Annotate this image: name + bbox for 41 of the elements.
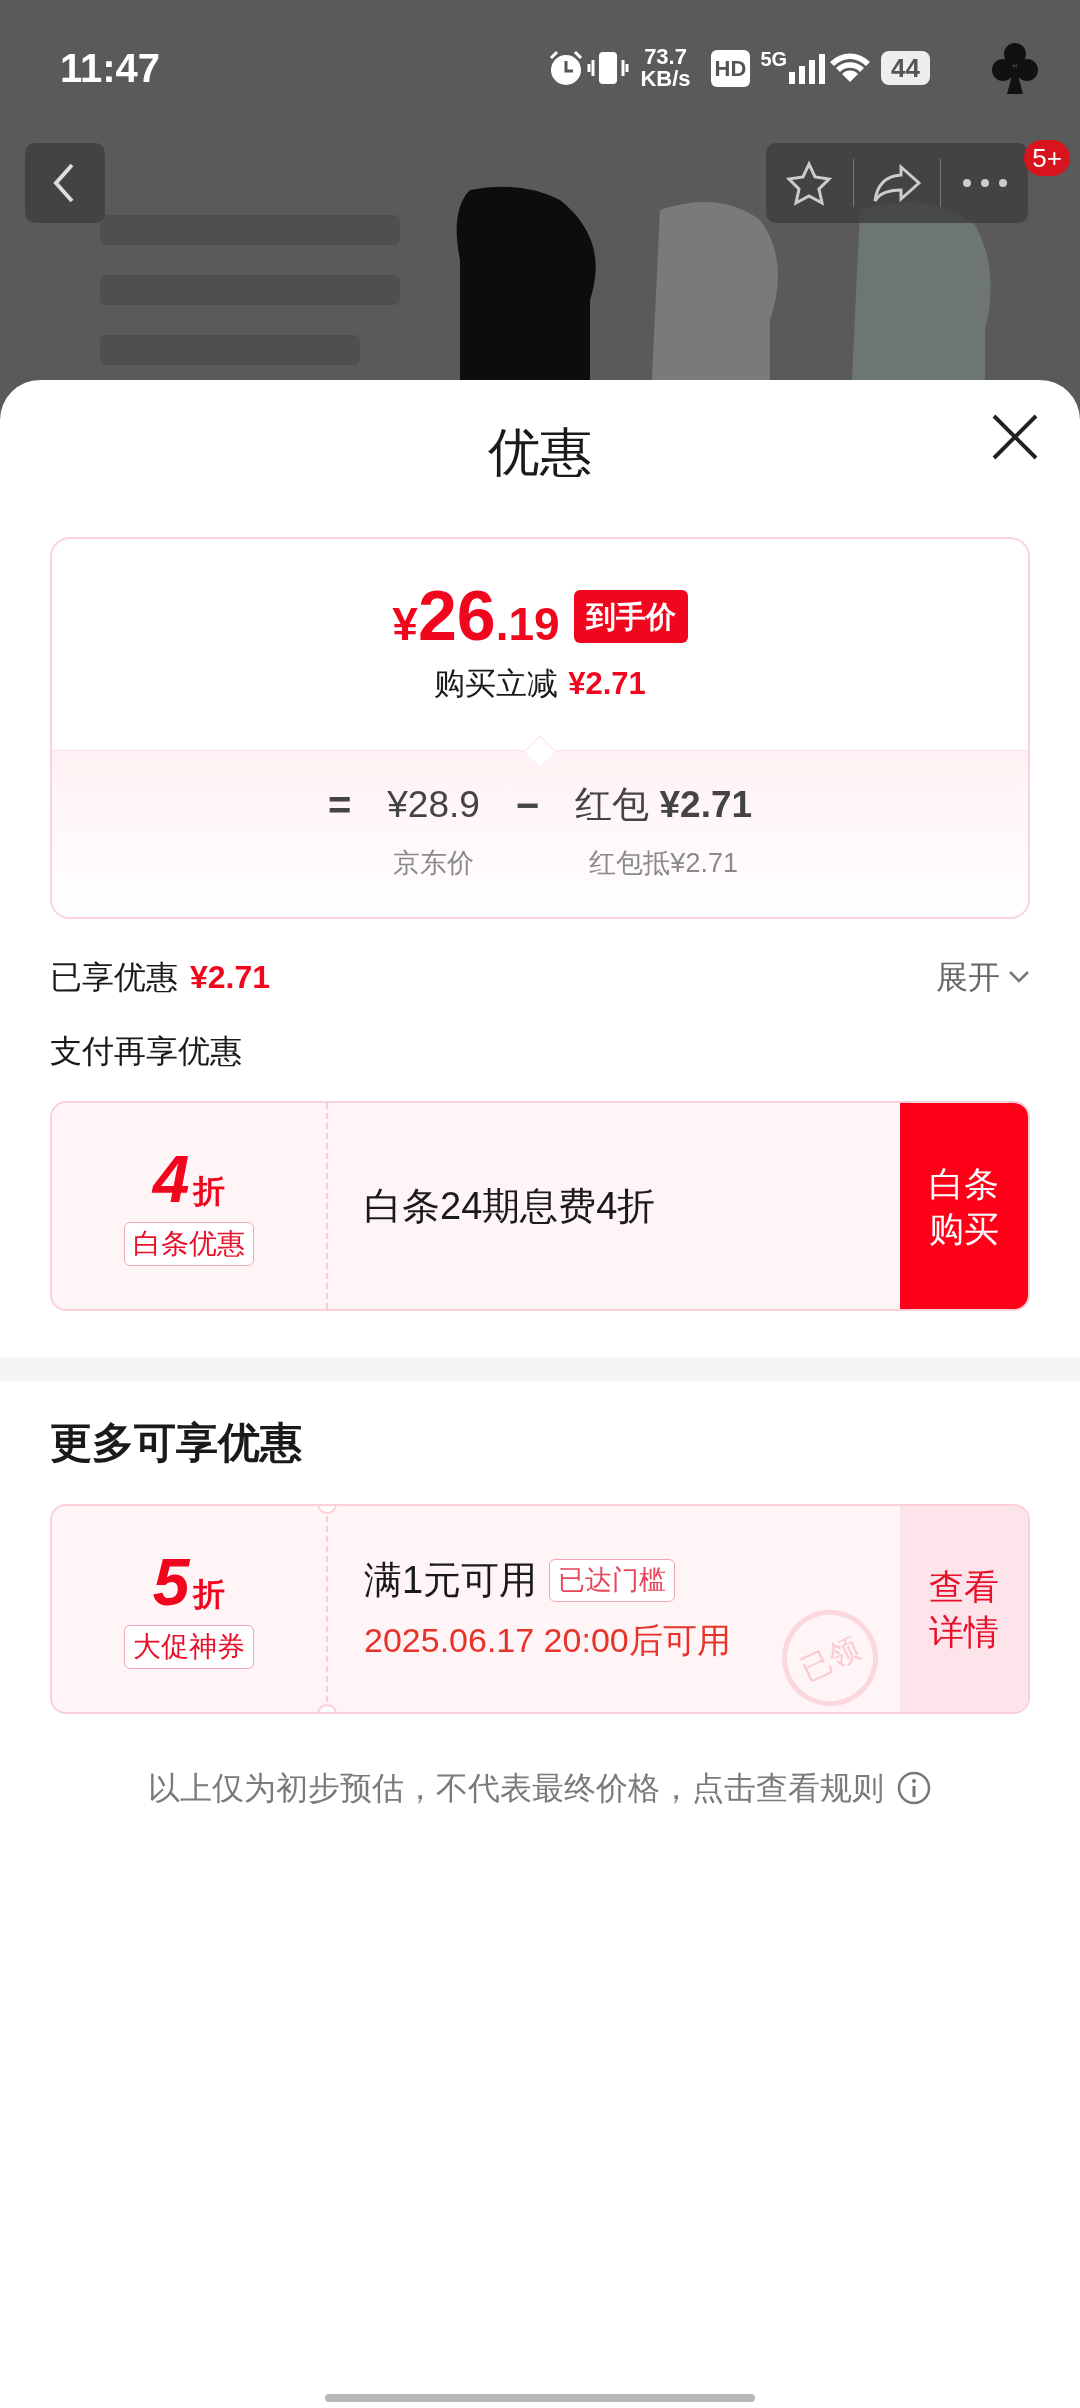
- more-icon: [961, 178, 1008, 188]
- close-icon: [990, 412, 1040, 462]
- coupon-title: 白条24期息费4折: [364, 1183, 656, 1229]
- discount-label: 已享优惠: [50, 958, 178, 997]
- hd-indicator: HD: [710, 49, 751, 87]
- close-button[interactable]: [990, 412, 1040, 462]
- saving-label: 购买立减: [434, 665, 559, 704]
- back-button[interactable]: [25, 143, 105, 223]
- battery-indicator: 44: [881, 51, 930, 85]
- coupon-tag: 白条优惠: [124, 1222, 254, 1266]
- operator-sign: =: [327, 782, 352, 829]
- status-time: 11:47: [60, 45, 161, 92]
- club-icon: [990, 40, 1040, 96]
- chevron-icon: [1008, 970, 1030, 984]
- details-button[interactable]: 查看详情: [900, 1506, 1028, 1712]
- final-price: ¥26.19: [392, 581, 560, 652]
- coupon-title: 满1元可用: [364, 1558, 538, 1603]
- coupon-note: 2025.06.17 20:00后可用: [364, 1620, 731, 1661]
- star-icon: [785, 160, 834, 206]
- discount-value: 5折: [152, 1549, 226, 1615]
- info-icon: [896, 1770, 932, 1806]
- price-tag: 到手价: [573, 589, 688, 643]
- expand-toggle[interactable]: 展开: [936, 953, 1030, 1001]
- discount-amount: ¥2.71: [190, 958, 271, 997]
- price-term: ¥28.9: [387, 783, 480, 827]
- sheet-title: 优惠: [488, 422, 592, 484]
- speed-unit: KB/s: [640, 68, 691, 90]
- coupon-tag: 大促神券: [124, 1625, 254, 1669]
- term-caption: 京东价: [393, 847, 475, 880]
- saving-amount: ¥2.71: [568, 665, 646, 704]
- price-term: 红包 ¥2.71: [575, 783, 753, 827]
- discount-value: 4折: [152, 1146, 226, 1212]
- section-label: 支付再享优惠: [50, 1032, 243, 1071]
- threshold-badge: 已达门槛: [549, 1559, 676, 1602]
- network-label: 5G: [760, 47, 788, 72]
- speed-value: 73.7: [644, 46, 687, 68]
- operator-sign: −: [515, 782, 540, 829]
- section-heading: 更多可享优惠: [50, 1418, 303, 1468]
- buy-button[interactable]: 白条购买: [900, 1103, 1028, 1309]
- term-caption: 红包抵¥2.71: [589, 847, 738, 880]
- disclaimer-link[interactable]: 以上仅为初步预估，不代表最终价格，点击查看规则: [148, 1764, 884, 1812]
